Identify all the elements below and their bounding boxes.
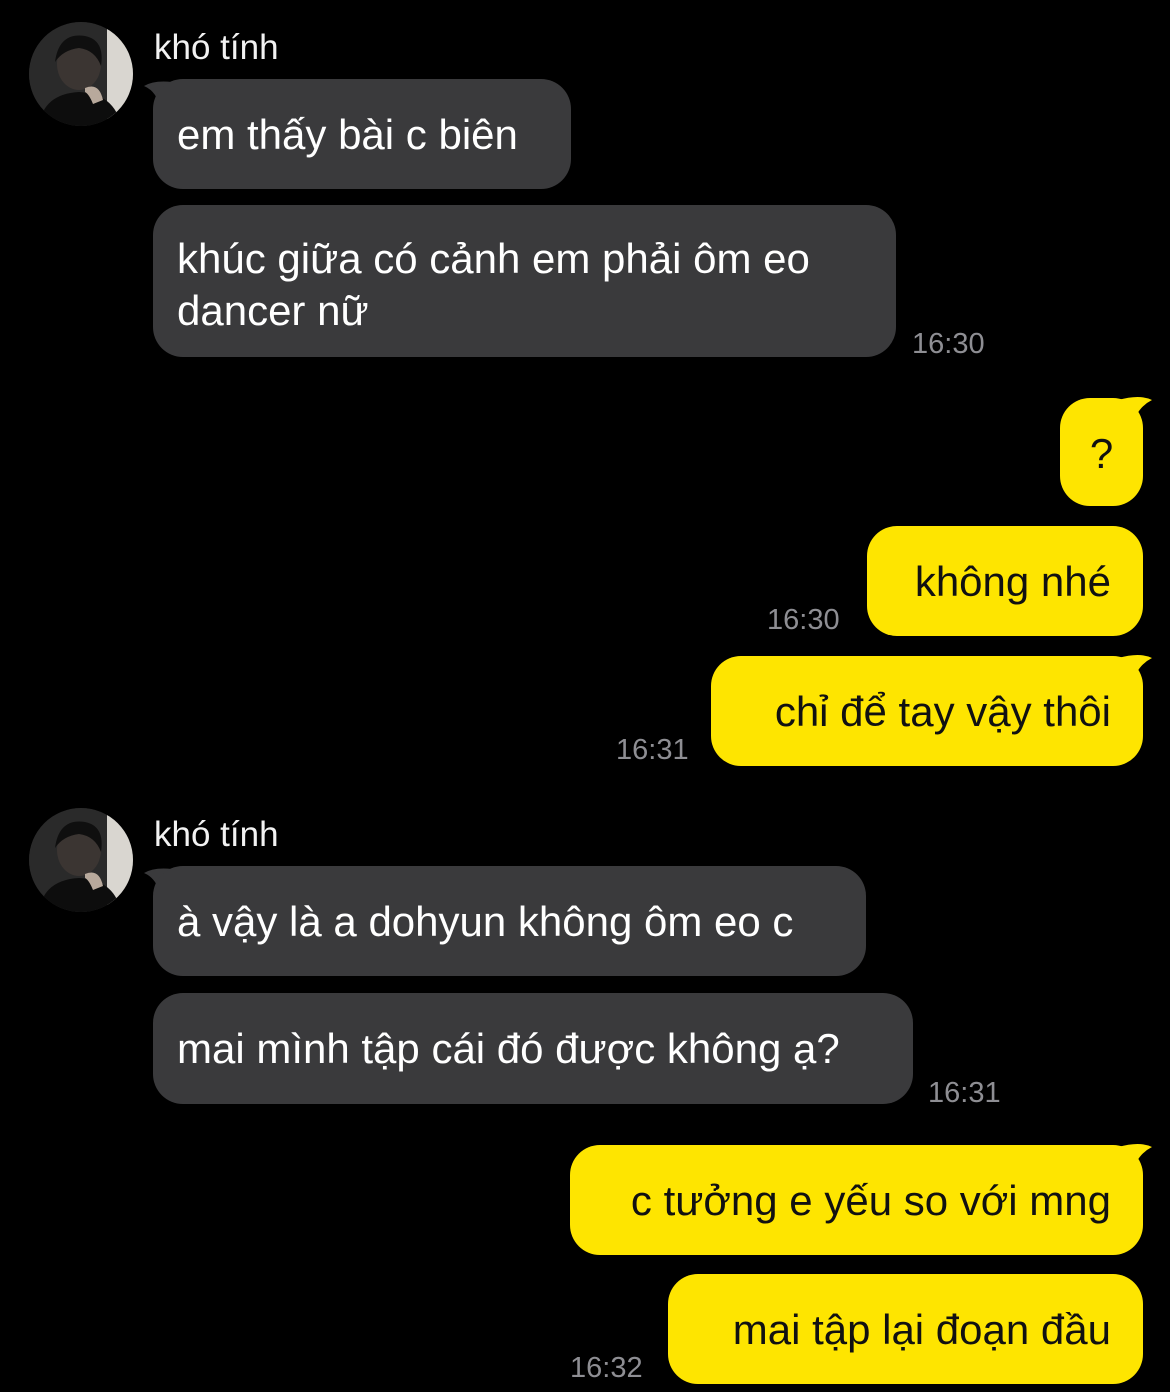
user-avatar-icon [29,22,133,126]
message-bubble[interactable]: em thấy bài c biên [153,79,571,189]
sender-name: khó tính [154,815,279,854]
message-timestamp: 16:31 [616,734,689,766]
message-timestamp: 16:32 [570,1352,643,1384]
message-bubble[interactable]: chỉ để tay vậy thôi [711,656,1143,766]
sender-name: khó tính [154,28,279,67]
message-bubble[interactable]: mai tập lại đoạn đầu [668,1274,1143,1384]
message-bubble[interactable]: khúc giữa có cảnh em phải ôm eo dancer n… [153,205,896,357]
message-bubble[interactable]: ? [1060,398,1143,506]
contact-avatar[interactable] [29,808,133,912]
message-bubble[interactable]: mai mình tập cái đó được không ạ? [153,993,913,1104]
message-bubble[interactable]: à vậy là a dohyun không ôm eo c [153,866,866,976]
message-timestamp: 16:30 [912,328,985,360]
message-timestamp: 16:30 [767,604,840,636]
message-timestamp: 16:31 [928,1077,1001,1109]
message-bubble[interactable]: không nhé [867,526,1143,636]
contact-avatar[interactable] [29,22,133,126]
user-avatar-icon [29,808,133,912]
message-bubble[interactable]: c tưởng e yếu so với mng [570,1145,1143,1255]
